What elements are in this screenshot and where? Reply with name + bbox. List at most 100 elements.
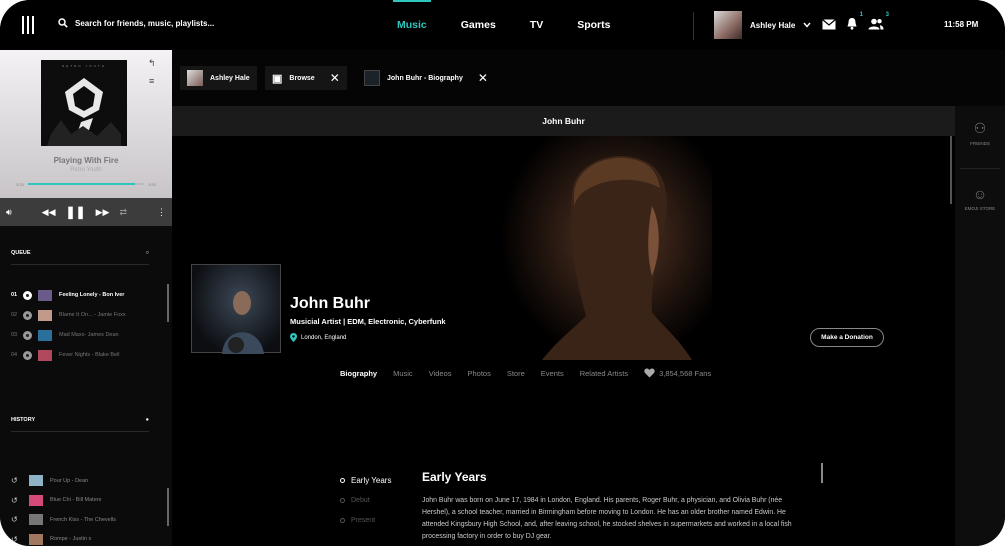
subtab-music[interactable]: Music (393, 369, 413, 378)
notifications-button[interactable]: 1 (846, 12, 863, 35)
tab-label: Browse (289, 74, 315, 82)
history-list: ↺ Pour Up - Dean ↺ Blue Chi - Bill Mater… (11, 471, 161, 546)
history-icon: ↺ (11, 476, 18, 486)
history-item[interactable]: ↺ Pour Up - Dean (11, 471, 161, 491)
more-icon[interactable]: ⋮ (157, 207, 166, 218)
queue-scrollbar[interactable] (167, 284, 169, 322)
notifications-badge: 1 (859, 12, 863, 18)
history-item[interactable]: ↺ French Kiss - The Chevells (11, 510, 161, 530)
bio-heading: Early Years (422, 470, 487, 484)
history-item[interactable]: ↺ Blue Chi - Bill Maters (11, 491, 161, 511)
radio-icon (23, 350, 32, 360)
bio-scrollbar[interactable] (821, 463, 823, 483)
queue-header: QUEUE ○ (11, 250, 149, 265)
artist-name: John Buhr (290, 295, 370, 312)
page-scrollbar[interactable] (950, 136, 952, 204)
mail-icon (822, 19, 836, 30)
subtab-photos[interactable]: Photos (467, 369, 490, 378)
queue-item[interactable]: 03 Mad Maxx- James Dean (11, 325, 161, 345)
browse-icon: ▣ (272, 72, 283, 85)
timeline-item-present[interactable]: Present (340, 510, 391, 530)
chevron-down-icon (803, 22, 811, 28)
timeline-item-debut[interactable]: Debut (340, 490, 391, 510)
divider (960, 168, 1000, 169)
tab-browse[interactable]: ▣ Browse ✕ (265, 66, 347, 90)
subtab-events[interactable]: Events (541, 369, 564, 378)
artist-portrait (222, 291, 264, 354)
queue-item[interactable]: 04 Fever Nights - Blake Bell (11, 345, 161, 365)
history-scrollbar[interactable] (167, 488, 169, 526)
bell-icon (847, 18, 857, 30)
queue-title: Mad Maxx- James Dean (59, 332, 119, 338)
timeline-label: Present (351, 516, 376, 524)
fan-count-text: 3,854,568 Fans (659, 368, 712, 378)
user-menu[interactable]: Ashley Hale (714, 11, 811, 39)
playlist-icon[interactable]: ≡ (149, 76, 154, 86)
friends-rail-button[interactable]: ⚇ FRIENDS (955, 120, 1005, 146)
back-icon[interactable]: ↰ (148, 58, 156, 69)
friends-button[interactable]: 3 (868, 12, 889, 35)
track-thumbnail (38, 329, 52, 341)
top-bar: Music Games TV Sports Ashley Hale 1 3 11… (0, 0, 1005, 50)
messages-button[interactable] (822, 17, 836, 35)
track-thumbnail (29, 514, 43, 526)
progress-bar[interactable]: 3:33 3:53 (16, 181, 156, 187)
app-frame: Music Games TV Sports Ashley Hale 1 3 11… (0, 0, 1005, 546)
previous-icon[interactable]: ◀◀ (42, 207, 56, 218)
artist-hero-image (502, 136, 712, 360)
tab-ashley-hale[interactable]: Ashley Hale (180, 66, 257, 90)
artist-silhouette (542, 156, 692, 360)
subtab-videos[interactable]: Videos (429, 369, 452, 378)
repeat-icon[interactable]: ⇄ (119, 207, 127, 218)
history-icon: ↺ (11, 515, 18, 525)
queue-item[interactable]: 01 Feeling Lonely - Bon Iver (11, 285, 161, 305)
pause-icon[interactable]: ❚❚ (66, 205, 86, 219)
elapsed-time: 3:33 (16, 181, 24, 187)
timeline-dot-icon (340, 497, 345, 503)
history-item[interactable]: ↺ Rompe - Justin x (11, 530, 161, 546)
heart-icon (644, 368, 655, 378)
close-icon[interactable]: ✕ (478, 71, 488, 85)
search-input[interactable] (75, 18, 255, 28)
divider (693, 12, 694, 40)
menu-icon[interactable] (22, 16, 34, 34)
top-icons: 1 3 (822, 12, 889, 35)
radio-icon (23, 330, 32, 340)
tab-strip: Ashley Hale ▣ Browse ✕ John Buhr - Biogr… (172, 50, 1005, 106)
artist-genre: Musicial Artist | EDM, Electronic, Cyber… (290, 317, 446, 326)
nav-tab-sports[interactable]: Sports (560, 0, 627, 50)
subtab-biography[interactable]: Biography (340, 369, 377, 378)
artist-location: London, England (290, 333, 346, 342)
next-icon[interactable]: ▶▶ (96, 207, 110, 218)
subtab-store[interactable]: Store (507, 369, 525, 378)
queue-number: 01 (11, 292, 18, 298)
close-icon[interactable]: ✕ (330, 71, 340, 85)
bio-timeline: Early Years Debut Present (340, 470, 391, 530)
queue-settings-icon[interactable]: ○ (146, 250, 149, 256)
subtab-related-artists[interactable]: Related Artists (580, 369, 628, 378)
queue-item[interactable]: 02 Blame It On... - Jamie Foxx (11, 305, 161, 325)
nav-tab-music[interactable]: Music (380, 0, 444, 50)
progress-fill (27, 183, 135, 185)
clock: 11:58 PM (944, 20, 979, 29)
queue-label: QUEUE (11, 250, 31, 256)
tab-biography[interactable]: John Buhr - Biography ✕ (357, 66, 495, 90)
player-controls: 🔊︎ ◀◀ ❚❚ ▶▶ ⇄ ⋮ (0, 198, 172, 226)
tab-label: John Buhr - Biography (387, 74, 463, 82)
history-title: Blue Chi - Bill Maters (50, 497, 102, 504)
donate-button[interactable]: Make a Donation (810, 328, 884, 347)
nav-tab-tv[interactable]: TV (513, 0, 560, 50)
emoji-store-button[interactable]: ☺ EMOJI STORE (955, 186, 1005, 211)
artist-thumbnail (364, 70, 380, 86)
fan-count[interactable]: 3,854,568 Fans (644, 368, 711, 378)
page-title: John Buhr (172, 106, 955, 136)
timeline-label: Debut (351, 496, 370, 504)
volume-icon[interactable]: 🔊︎ (6, 207, 12, 218)
timeline-item-early-years[interactable]: Early Years (340, 470, 391, 490)
history-settings-icon[interactable]: ● (146, 417, 149, 423)
user-name: Ashley Hale (750, 20, 796, 30)
history-icon: ↺ (11, 534, 18, 544)
track-artist: Retro Youth (70, 167, 102, 173)
nav-tab-games[interactable]: Games (444, 0, 513, 50)
main-nav: Music Games TV Sports (380, 0, 627, 50)
